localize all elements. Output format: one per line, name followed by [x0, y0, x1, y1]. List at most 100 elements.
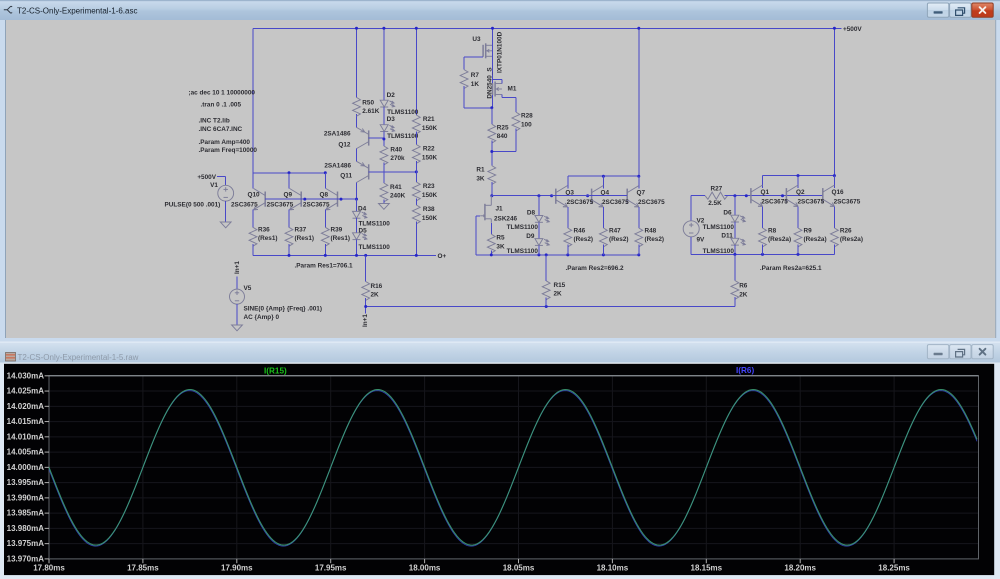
svg-text:14.020mA: 14.020mA	[7, 402, 45, 411]
svg-text:3K: 3K	[476, 176, 485, 183]
svg-text:R41: R41	[390, 184, 402, 191]
svg-text:2SC3675: 2SC3675	[834, 199, 861, 206]
svg-text:13.970mA: 13.970mA	[7, 555, 45, 564]
svg-text:R16: R16	[371, 283, 383, 290]
svg-text:18.10ms: 18.10ms	[597, 564, 629, 573]
svg-text:R37: R37	[295, 227, 307, 234]
svg-text:R6: R6	[739, 282, 748, 289]
svg-text:13.990mA: 13.990mA	[7, 493, 45, 502]
svg-text:1K: 1K	[471, 81, 480, 88]
svg-text:R5: R5	[496, 235, 505, 242]
svg-text:Q7: Q7	[637, 189, 646, 196]
svg-text:SINE(0 {Amp} {Freq} .001): SINE(0 {Amp} {Freq} .001)	[244, 306, 323, 313]
svg-text:(Res2a): (Res2a)	[768, 236, 791, 243]
svg-text:2SC3675: 2SC3675	[267, 201, 294, 208]
svg-text:3K: 3K	[496, 243, 505, 250]
svg-text:Q8: Q8	[320, 192, 329, 199]
svg-text:240K: 240K	[390, 193, 406, 200]
svg-text:R40: R40	[390, 146, 402, 153]
svg-text:(Res2a): (Res2a)	[804, 236, 827, 243]
svg-text:R21: R21	[423, 116, 435, 123]
svg-text:Q2: Q2	[796, 189, 805, 196]
svg-text:.INC 6CA7.INC: .INC 6CA7.INC	[199, 126, 243, 133]
svg-text:PULSE(0 500 .001): PULSE(0 500 .001)	[165, 201, 221, 208]
svg-text:(Res1): (Res1)	[258, 235, 278, 242]
svg-text:150K: 150K	[422, 154, 438, 161]
svg-text:(Res2): (Res2)	[645, 236, 665, 243]
svg-text:D8: D8	[527, 210, 536, 217]
svg-text:I(R15): I(R15)	[264, 367, 287, 376]
svg-text:T2-CS-Only-Experimental-1-5.ra: T2-CS-Only-Experimental-1-5.raw	[18, 353, 139, 362]
svg-text:2.5K: 2.5K	[708, 200, 722, 207]
svg-text:18.00ms: 18.00ms	[409, 564, 441, 573]
svg-text:R26: R26	[840, 227, 852, 234]
svg-text:.INC T2.lib: .INC T2.lib	[199, 118, 230, 125]
svg-text:2SC3675: 2SC3675	[798, 199, 825, 206]
svg-text:14.025mA: 14.025mA	[7, 387, 45, 396]
svg-text:R48: R48	[645, 227, 657, 234]
svg-text:I(R6): I(R6)	[736, 366, 754, 375]
svg-text:TLMS1100: TLMS1100	[507, 248, 539, 255]
svg-text:R27: R27	[711, 185, 723, 192]
svg-text:.Param Freq=10000: .Param Freq=10000	[199, 147, 258, 154]
svg-text:18.15ms: 18.15ms	[691, 564, 723, 573]
svg-text:2.61K: 2.61K	[362, 108, 379, 115]
svg-text:14.010mA: 14.010mA	[7, 432, 45, 441]
svg-text:+500V: +500V	[843, 26, 862, 33]
svg-text:TLMS1100: TLMS1100	[703, 248, 735, 255]
svg-text:In+1: In+1	[234, 261, 241, 274]
svg-text:13.995mA: 13.995mA	[7, 478, 45, 487]
svg-text:D2: D2	[387, 92, 396, 99]
svg-text:2SC3675: 2SC3675	[761, 199, 788, 206]
svg-text:2SC3675: 2SC3675	[602, 199, 629, 206]
svg-text:2SC3675: 2SC3675	[231, 201, 258, 208]
svg-text:2K: 2K	[554, 291, 563, 298]
svg-text:2SA1486: 2SA1486	[324, 131, 351, 138]
svg-text:(Res2): (Res2)	[574, 236, 594, 243]
svg-text:R50: R50	[362, 99, 374, 106]
svg-text:O+: O+	[438, 253, 447, 260]
svg-text:Q10: Q10	[248, 192, 261, 199]
svg-text:.Param Res2a=625.1: .Param Res2a=625.1	[760, 265, 822, 272]
svg-text:13.975mA: 13.975mA	[7, 539, 45, 548]
svg-text:TLMS1100: TLMS1100	[387, 109, 419, 116]
svg-text:.Param Res1=706.1: .Param Res1=706.1	[295, 263, 354, 270]
svg-text:R25: R25	[497, 124, 509, 131]
svg-text:TLMS1100: TLMS1100	[359, 244, 391, 251]
svg-text:T2-CS-Only-Experimental-1-6.as: T2-CS-Only-Experimental-1-6.asc	[17, 7, 137, 16]
svg-text:14.015mA: 14.015mA	[7, 417, 45, 426]
svg-text:150K: 150K	[422, 192, 438, 199]
svg-text:.Param Amp=400: .Param Amp=400	[199, 139, 251, 146]
svg-text:9V: 9V	[697, 236, 706, 243]
svg-text:In+1: In+1	[362, 314, 369, 327]
svg-text:+500V: +500V	[197, 174, 216, 181]
svg-text:18.05ms: 18.05ms	[503, 564, 535, 573]
svg-text:14.005mA: 14.005mA	[7, 448, 45, 457]
svg-text:18.20ms: 18.20ms	[784, 564, 816, 573]
svg-text:150K: 150K	[422, 125, 438, 132]
svg-text:2SA1486: 2SA1486	[324, 163, 351, 170]
svg-text:100: 100	[521, 121, 532, 128]
svg-text:2SK246: 2SK246	[494, 216, 518, 223]
svg-text:Q1: Q1	[761, 189, 770, 196]
svg-text:(Res2a): (Res2a)	[840, 236, 863, 243]
svg-text:R28: R28	[521, 113, 533, 120]
svg-text:840: 840	[497, 133, 508, 140]
svg-text:J1: J1	[496, 206, 504, 213]
svg-text:D9: D9	[526, 233, 535, 240]
svg-text:TLMS1100: TLMS1100	[507, 224, 539, 231]
svg-text:R46: R46	[574, 227, 586, 234]
svg-text:17.90ms: 17.90ms	[221, 564, 253, 573]
svg-text:R7: R7	[471, 72, 480, 79]
svg-text:270k: 270k	[390, 155, 405, 162]
svg-text:R9: R9	[804, 227, 813, 234]
svg-text:.tran 0 .1 .005: .tran 0 .1 .005	[201, 102, 242, 109]
svg-text:R8: R8	[768, 227, 777, 234]
svg-text:R39: R39	[331, 227, 343, 234]
svg-text:D3: D3	[387, 116, 396, 123]
svg-text:Q16: Q16	[832, 189, 845, 196]
svg-text:150K: 150K	[422, 215, 438, 222]
svg-text:(Res1): (Res1)	[295, 235, 315, 242]
svg-text:R22: R22	[423, 146, 435, 153]
svg-text:.Param Res2=696.2: .Param Res2=696.2	[566, 265, 625, 272]
